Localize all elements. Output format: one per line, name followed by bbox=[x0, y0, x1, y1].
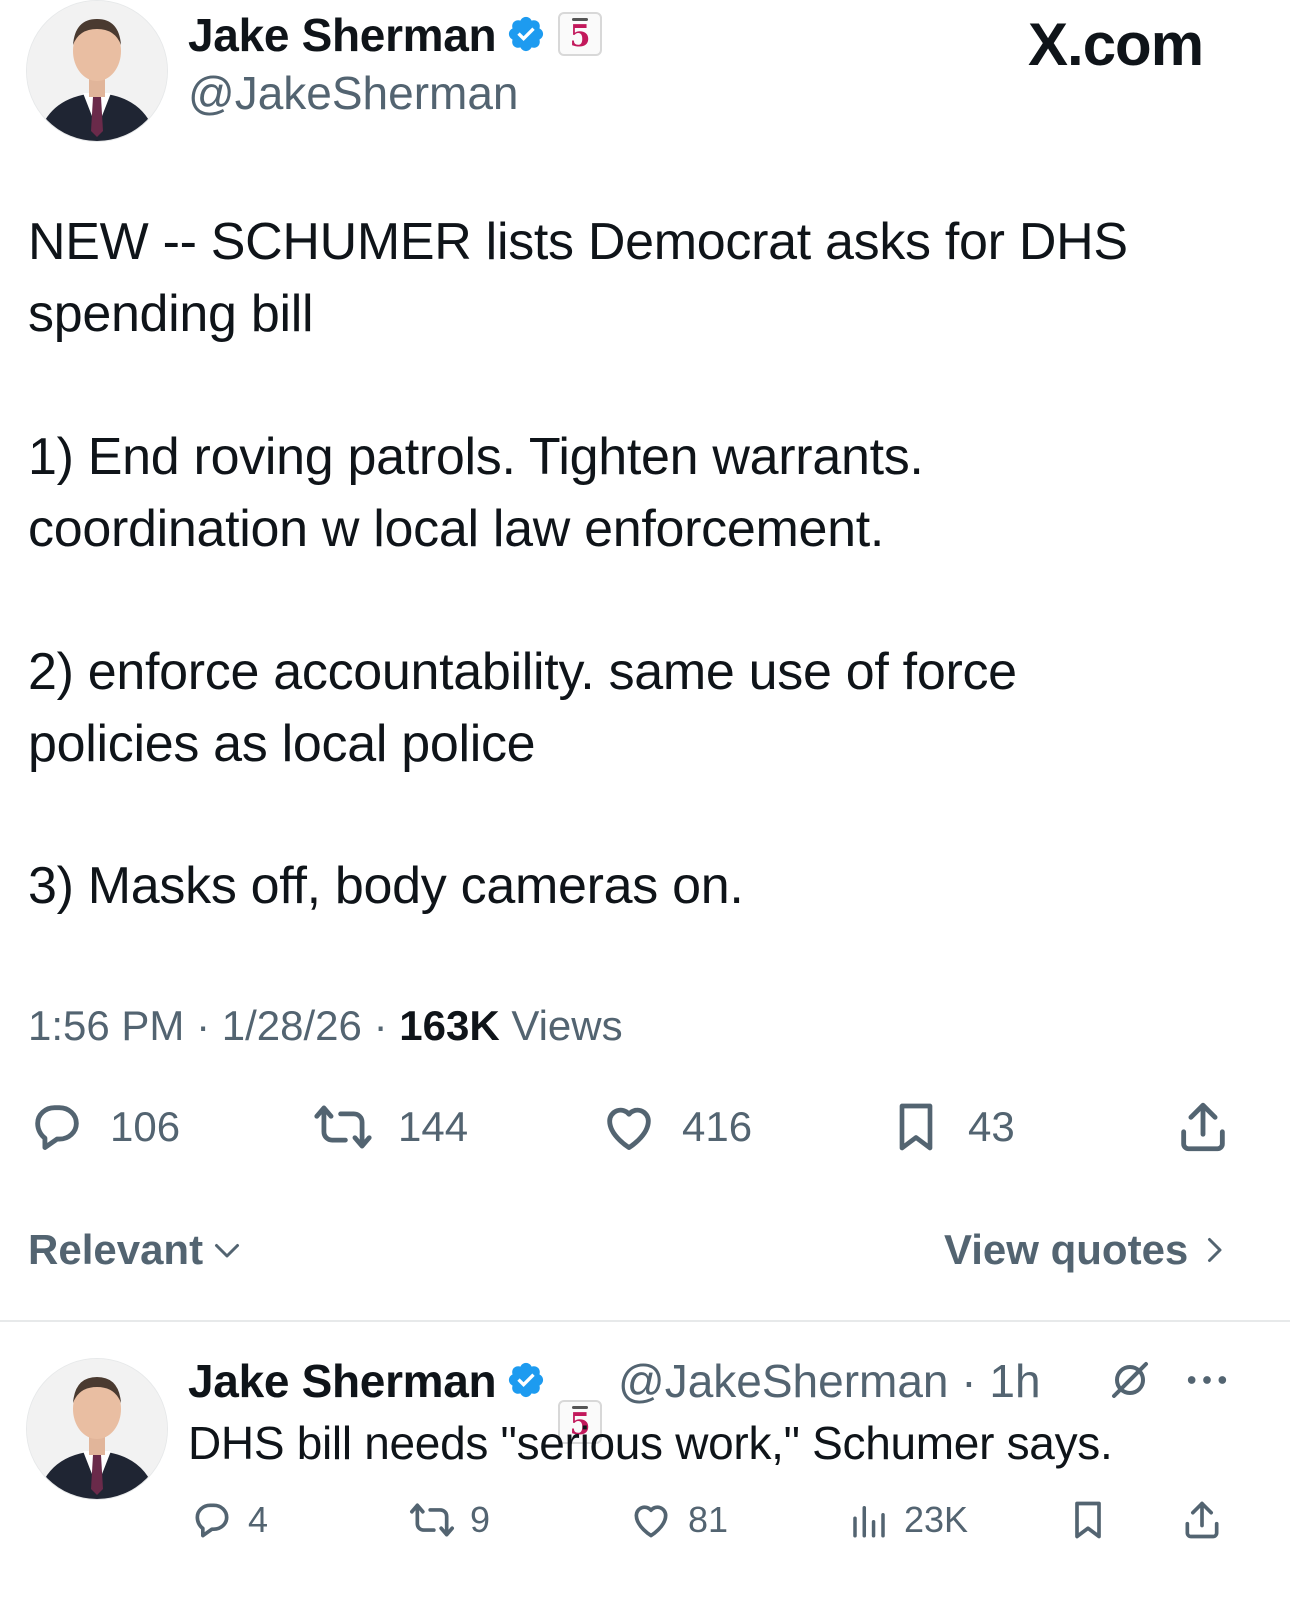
share-icon[interactable] bbox=[1180, 1498, 1224, 1542]
tweet-text-line: policies as local police bbox=[28, 715, 536, 773]
like-count: 416 bbox=[682, 1103, 753, 1150]
tweet-text-line: 3) Masks off, body cameras on. bbox=[28, 857, 744, 915]
bookmark-count: 43 bbox=[968, 1103, 1015, 1150]
share-icon[interactable] bbox=[1174, 1098, 1232, 1156]
reply-like-button[interactable]: 81 bbox=[628, 1498, 728, 1542]
reply-text: DHS bill needs "serious work," Schumer s… bbox=[188, 1417, 1113, 1469]
views-chart-icon bbox=[853, 1506, 885, 1538]
view-quotes-label: View quotes bbox=[944, 1226, 1189, 1273]
tweet-text-line: NEW -- SCHUMER lists Democrat asks for D… bbox=[28, 213, 1128, 271]
repost-button[interactable]: 144 bbox=[312, 1098, 468, 1156]
repost-icon bbox=[410, 1503, 454, 1537]
site-label: X.com bbox=[1028, 11, 1204, 78]
author-name[interactable]: Jake Sherman bbox=[188, 8, 497, 62]
verified-badge-icon bbox=[508, 1362, 544, 1398]
chevron-down-icon bbox=[215, 1244, 240, 1258]
reply-like-count: 81 bbox=[688, 1499, 729, 1540]
repost-icon bbox=[314, 1105, 372, 1149]
reply-repost-button[interactable]: 9 bbox=[408, 1498, 490, 1542]
reply-reply-button[interactable]: 4 bbox=[190, 1498, 268, 1542]
reply-views-count: 23K bbox=[904, 1499, 969, 1540]
relevant-sort-label: Relevant bbox=[28, 1226, 204, 1273]
meta-separator: · bbox=[196, 1002, 211, 1049]
tweet-text-line: coordination w local law enforcement. bbox=[28, 500, 885, 558]
tweet-time[interactable]: 1:56 PM bbox=[28, 1002, 184, 1049]
bookmark-button[interactable]: 43 bbox=[888, 1098, 1015, 1156]
repost-count: 144 bbox=[398, 1103, 469, 1150]
heart-icon bbox=[607, 1107, 651, 1150]
reply-icon bbox=[195, 1503, 229, 1538]
tweet-text-line: spending bill bbox=[28, 285, 314, 343]
verified-badge-icon bbox=[508, 16, 544, 52]
more-options-icon[interactable] bbox=[1184, 1362, 1230, 1398]
reply-icon bbox=[35, 1105, 79, 1150]
affiliation-badge[interactable]: 5 bbox=[558, 12, 602, 56]
views-count: 163K bbox=[399, 1002, 500, 1049]
chevron-right-icon bbox=[1208, 1238, 1222, 1262]
reply-author-avatar[interactable] bbox=[26, 1358, 168, 1500]
affiliation-badge-number: 5 bbox=[569, 19, 591, 54]
reply-repost-count: 9 bbox=[470, 1499, 491, 1540]
grok-icon[interactable] bbox=[1106, 1356, 1154, 1404]
view-quotes-link[interactable]: View quotes bbox=[944, 1226, 1232, 1274]
meta-separator: · bbox=[373, 1002, 388, 1049]
views-label: Views bbox=[511, 1002, 623, 1049]
reply-author-name[interactable]: Jake Sherman bbox=[188, 1354, 497, 1408]
tweet-text-line: 2) enforce accountability. same use of f… bbox=[28, 643, 1017, 701]
bookmark-icon bbox=[899, 1103, 933, 1151]
divider bbox=[0, 1320, 1290, 1322]
tweet-meta: 1:56 PM · 1/28/26 · 163K Views bbox=[28, 1002, 623, 1050]
reply-handle-time[interactable]: @JakeSherman · 1h bbox=[618, 1354, 1041, 1408]
reply-reply-count: 4 bbox=[248, 1499, 269, 1540]
reply-views-button[interactable]: 23K bbox=[848, 1498, 968, 1542]
bookmark-icon[interactable] bbox=[1066, 1498, 1110, 1542]
tweet-text-line: 1) End roving patrols. Tighten warrants. bbox=[28, 428, 924, 486]
like-button[interactable]: 416 bbox=[600, 1098, 752, 1156]
reply-count: 106 bbox=[110, 1103, 181, 1150]
author-handle[interactable]: @JakeSherman bbox=[188, 66, 519, 120]
tweet-date[interactable]: 1/28/26 bbox=[222, 1002, 362, 1049]
reply-button[interactable]: 106 bbox=[28, 1098, 180, 1156]
author-avatar[interactable] bbox=[26, 0, 168, 142]
relevant-sort-dropdown[interactable]: Relevant bbox=[28, 1226, 245, 1274]
heart-icon bbox=[634, 1505, 668, 1538]
